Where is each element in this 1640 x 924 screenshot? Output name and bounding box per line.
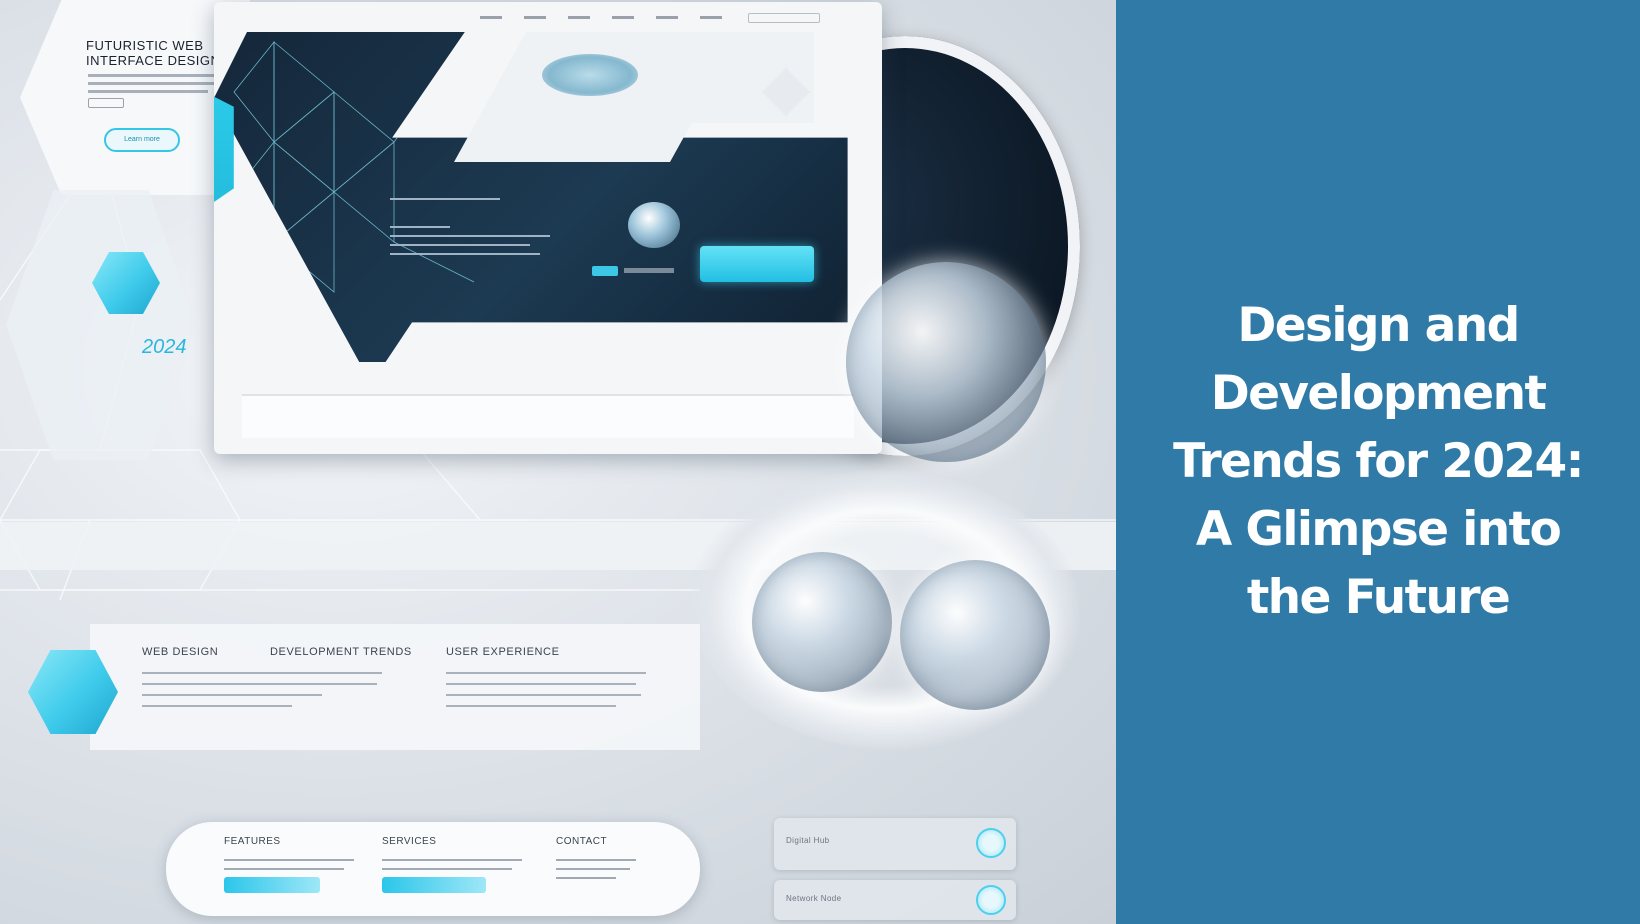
- monitor-base: [242, 394, 854, 438]
- hero-illustration: FUTURISTIC WEB INTERFACE DESIGN Learn mo…: [0, 0, 1116, 924]
- title-line: Development: [1210, 366, 1547, 421]
- title-line: Design and: [1237, 298, 1520, 353]
- radio-icon: [976, 885, 1006, 915]
- glass-globe-icon: [752, 552, 892, 692]
- widget-card[interactable]: Digital Hub: [774, 818, 1016, 870]
- title-line: Trends for 2024:: [1173, 434, 1584, 489]
- glass-globe-icon: [900, 560, 1050, 710]
- features-section: WEB DESIGN DEVELOPMENT TRENDS USER EXPER…: [90, 624, 700, 750]
- title-line: the Future: [1246, 570, 1511, 625]
- title-panel: Design and Development Trends for 2024: …: [1116, 0, 1640, 924]
- learn-more-button[interactable]: Learn more: [104, 128, 180, 152]
- section-heading: DEVELOPMENT TRENDS: [270, 646, 412, 658]
- ghost-number: 2024: [142, 336, 187, 358]
- widget-label: Digital Hub: [786, 836, 830, 845]
- hero-text-block: [390, 198, 550, 262]
- text-line: [88, 90, 208, 93]
- card-column: FEATURES: [224, 836, 354, 893]
- paragraph-lines: [142, 672, 382, 716]
- widget-card[interactable]: Network Node: [774, 880, 1016, 920]
- world-map-icon: [542, 54, 638, 96]
- text-line: [624, 268, 674, 273]
- bottom-card: FEATURES SERVICES CONTACT: [166, 822, 700, 916]
- mock-nav: [480, 16, 722, 19]
- monitor-mockup: [214, 2, 882, 454]
- progress-bar[interactable]: [224, 877, 320, 893]
- title-line: A Glimpse into: [1195, 502, 1562, 557]
- globe-icon: [628, 202, 680, 248]
- section-heading: USER EXPERIENCE: [446, 646, 560, 658]
- card-column: CONTACT: [556, 836, 636, 886]
- text-line: [88, 74, 228, 77]
- cta-button[interactable]: [700, 246, 814, 282]
- section-heading: WEB DESIGN: [142, 646, 219, 658]
- column-heading: SERVICES: [382, 836, 437, 847]
- glass-globe-icon: [846, 262, 1046, 462]
- column-heading: CONTACT: [556, 836, 608, 847]
- column-heading: FEATURES: [224, 836, 281, 847]
- small-toggle[interactable]: [592, 266, 618, 276]
- paragraph-lines: [446, 672, 646, 716]
- radio-icon: [976, 828, 1006, 858]
- progress-bar[interactable]: [382, 877, 486, 893]
- tag-chip: [88, 98, 124, 108]
- page-title: Design and Development Trends for 2024: …: [1128, 292, 1628, 632]
- widget-label: Network Node: [786, 894, 842, 903]
- card-column: SERVICES: [382, 836, 522, 893]
- mock-search: [748, 13, 820, 23]
